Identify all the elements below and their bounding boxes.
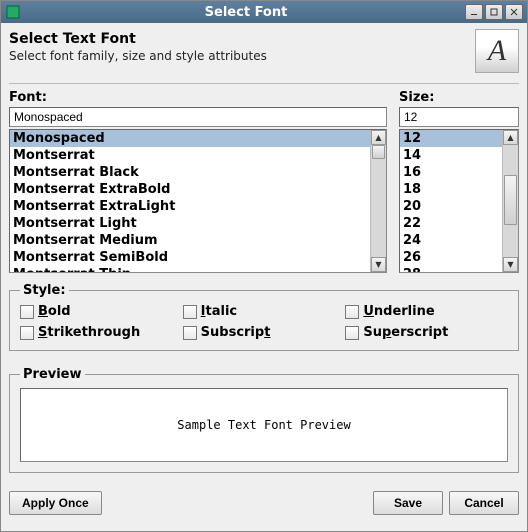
size-scrollbar[interactable]: ▲ ▼: [502, 130, 518, 272]
checkbox-icon: [345, 326, 359, 340]
font-option[interactable]: Montserrat: [10, 147, 370, 164]
font-input[interactable]: [9, 107, 387, 127]
font-dialog: Select Font Select Text Font Select font…: [0, 0, 528, 532]
scrollbar-thumb[interactable]: [504, 175, 517, 225]
font-scrollbar[interactable]: ▲ ▼: [370, 130, 386, 272]
scrollbar-thumb[interactable]: [372, 145, 385, 159]
font-option[interactable]: Montserrat Thin: [10, 266, 370, 272]
superscript-checkbox[interactable]: Superscript: [345, 325, 508, 340]
font-option[interactable]: Montserrat Medium: [10, 232, 370, 249]
size-option[interactable]: 22: [400, 215, 502, 232]
strikethrough-checkbox[interactable]: Strikethrough: [20, 325, 183, 340]
font-option[interactable]: Montserrat SemiBold: [10, 249, 370, 266]
checkbox-icon: [345, 305, 359, 319]
app-icon: [5, 4, 21, 20]
size-option[interactable]: 20: [400, 198, 502, 215]
font-listbox[interactable]: MonospacedMontserratMontserrat BlackMont…: [9, 129, 387, 273]
checkbox-icon: [20, 305, 34, 319]
size-option[interactable]: 18: [400, 181, 502, 198]
divider: [9, 83, 519, 84]
size-input[interactable]: [399, 107, 519, 127]
scroll-down-icon[interactable]: ▼: [503, 257, 518, 272]
scroll-up-icon[interactable]: ▲: [503, 130, 518, 145]
scroll-up-icon[interactable]: ▲: [371, 130, 386, 145]
subscript-checkbox[interactable]: Subscript: [183, 325, 346, 340]
size-option[interactable]: 26: [400, 249, 502, 266]
font-option[interactable]: Montserrat ExtraLight: [10, 198, 370, 215]
apply-once-button[interactable]: Apply Once: [9, 491, 102, 515]
minimize-icon: [470, 8, 478, 16]
minimize-button[interactable]: [465, 4, 483, 20]
checkbox-icon: [183, 326, 197, 340]
save-button[interactable]: Save: [373, 491, 443, 515]
italic-label: Italic: [201, 304, 237, 319]
cancel-button[interactable]: Cancel: [449, 491, 519, 515]
font-preview-icon: A: [475, 29, 519, 73]
maximize-button[interactable]: [485, 4, 503, 20]
preview-fieldset: Preview Sample Text Font Preview: [9, 367, 519, 473]
font-option[interactable]: Montserrat Light: [10, 215, 370, 232]
size-option[interactable]: 12: [400, 130, 502, 147]
header-subtitle: Select font family, size and style attri…: [9, 49, 467, 63]
size-option[interactable]: 28: [400, 266, 502, 272]
strikethrough-label: Strikethrough: [38, 325, 140, 340]
style-legend: Style:: [20, 283, 69, 298]
preview-legend: Preview: [20, 367, 85, 382]
bold-label: Bold: [38, 304, 71, 319]
bold-checkbox[interactable]: Bold: [20, 304, 183, 319]
underline-label: Underline: [363, 304, 434, 319]
size-option[interactable]: 14: [400, 147, 502, 164]
checkbox-icon: [183, 305, 197, 319]
scroll-down-icon[interactable]: ▼: [371, 257, 386, 272]
header-title: Select Text Font: [9, 31, 467, 47]
font-option[interactable]: Monospaced: [10, 130, 370, 147]
size-label: Size:: [399, 90, 519, 105]
underline-checkbox[interactable]: Underline: [345, 304, 508, 319]
subscript-label: Subscript: [201, 325, 271, 340]
titlebar: Select Font: [1, 1, 527, 23]
size-listbox[interactable]: 121416182022242628 ▲ ▼: [399, 129, 519, 273]
window-title: Select Font: [27, 5, 465, 20]
size-option[interactable]: 16: [400, 164, 502, 181]
checkbox-icon: [20, 326, 34, 340]
maximize-icon: [490, 8, 498, 16]
close-button[interactable]: [505, 4, 523, 20]
font-option[interactable]: Montserrat Black: [10, 164, 370, 181]
close-icon: [510, 8, 518, 16]
italic-checkbox[interactable]: Italic: [183, 304, 346, 319]
superscript-label: Superscript: [363, 325, 448, 340]
size-option[interactable]: 24: [400, 232, 502, 249]
preview-text: Sample Text Font Preview: [20, 388, 508, 462]
font-option[interactable]: Montserrat ExtraBold: [10, 181, 370, 198]
style-fieldset: Style: Bold Italic Underline Strikethrou…: [9, 283, 519, 351]
font-label: Font:: [9, 90, 387, 105]
